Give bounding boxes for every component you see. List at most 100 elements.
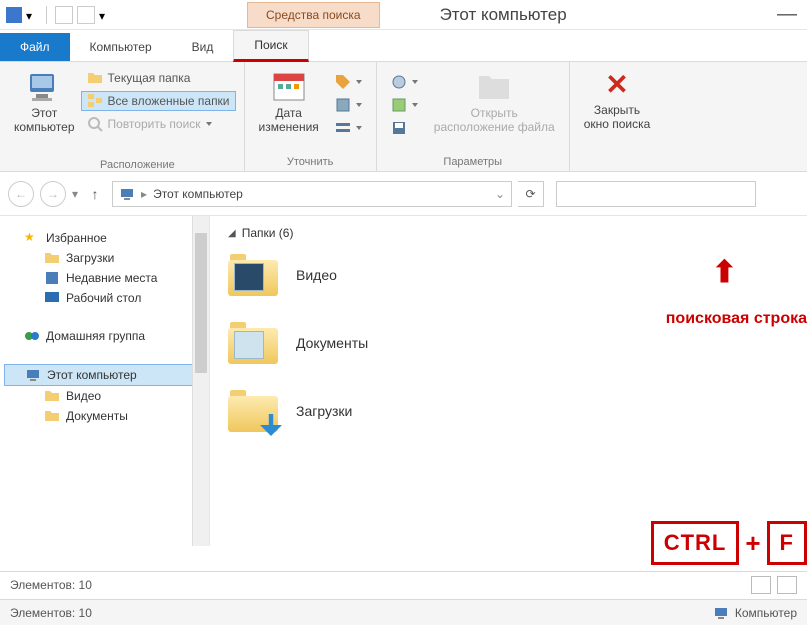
date-modified-label: Дата изменения [259, 106, 319, 134]
kind-caret [356, 80, 362, 84]
tab-view[interactable]: Вид [172, 33, 234, 61]
tab-computer[interactable]: Компьютер [70, 33, 172, 61]
folder-item-documents[interactable]: Документы [228, 322, 789, 364]
computer-status-icon [713, 605, 729, 621]
history-dropdown[interactable]: ▾ [72, 187, 78, 201]
status-computer: Компьютер [713, 605, 797, 621]
recent-caret [412, 80, 418, 84]
save-search-button[interactable] [385, 118, 424, 138]
tree-recent-label: Недавние места [66, 271, 157, 285]
tree-favorites[interactable]: ★ Избранное [4, 228, 205, 248]
folder-item-downloads[interactable]: Загрузки [228, 390, 789, 432]
tree-downloads-label: Загрузки [66, 251, 114, 265]
open-location-button[interactable]: Открыть расположение файла [428, 66, 561, 138]
back-button[interactable]: ← [8, 181, 34, 207]
refresh-button[interactable]: ⟳ [518, 181, 544, 207]
view-icons-icon[interactable] [777, 576, 797, 594]
qat-properties-icon[interactable] [55, 6, 73, 24]
annotation-label: поисковая строка [666, 310, 807, 328]
app-icon [6, 7, 22, 23]
status-bar-inner: Элементов: 10 [0, 571, 807, 597]
ribbon-group-refine: Дата изменения Уточнить [245, 62, 377, 171]
forward-button[interactable]: → [40, 181, 66, 207]
advanced-caret [412, 103, 418, 107]
tree-desktop-label: Рабочий стол [66, 291, 141, 305]
all-subfolders-button[interactable]: Все вложенные папки [81, 91, 236, 111]
view-details-icon[interactable] [751, 576, 771, 594]
folder-icon [44, 388, 60, 404]
status-elements-2: Элементов: 10 [10, 606, 92, 620]
date-modified-button[interactable]: Дата изменения [253, 66, 325, 138]
other-button[interactable] [329, 118, 368, 138]
tree-scrollbar-thumb[interactable] [195, 233, 207, 373]
section-header-folders[interactable]: ◢ Папки (6) [228, 226, 789, 240]
recent-button[interactable] [385, 72, 424, 92]
homegroup-icon [24, 328, 40, 344]
status-computer-label: Компьютер [735, 606, 797, 620]
ribbon: Этот компьютер Текущая папка Все вложенн… [0, 62, 807, 172]
this-computer-label: Этот компьютер [14, 106, 75, 134]
search-input[interactable] [556, 181, 756, 207]
size-caret [356, 103, 362, 107]
tree-this-pc-label: Этот компьютер [47, 368, 137, 382]
separator [46, 6, 47, 24]
tree-homegroup-label: Домашняя группа [46, 329, 145, 343]
tree-documents-label: Документы [66, 409, 128, 423]
this-computer-button[interactable]: Этот компьютер [8, 66, 81, 136]
tree-documents[interactable]: Документы [4, 406, 205, 426]
tree-downloads[interactable]: Загрузки [4, 248, 205, 268]
app-menu-caret[interactable]: ▾ [26, 9, 38, 21]
folder-videos-icon [228, 254, 278, 296]
address-bar[interactable]: ▸ Этот компьютер ⌄ [112, 181, 512, 207]
context-tab-search-tools: Средства поиска [247, 2, 380, 28]
folder-open-icon [476, 68, 512, 104]
title-bar: ▾ ▾ Средства поиска Этот компьютер — [0, 0, 807, 30]
nav-tree: ★ Избранное Загрузки Недавние места Рабоч… [0, 216, 210, 546]
folder-item-videos[interactable]: Видео [228, 254, 789, 296]
subfolders-icon [87, 93, 103, 109]
tree-desktop[interactable]: Рабочий стол [4, 288, 205, 308]
section-title: Папки (6) [242, 226, 294, 240]
main-area: ★ Избранное Загрузки Недавние места Рабоч… [0, 216, 807, 546]
current-folder-label: Текущая папка [108, 71, 191, 85]
repeat-search-caret [206, 122, 212, 126]
up-button[interactable]: ↑ [84, 183, 106, 205]
repeat-search-button[interactable]: Повторить поиск [81, 114, 236, 134]
tab-search[interactable]: Поиск [233, 30, 308, 62]
tree-videos-label: Видео [66, 389, 101, 403]
tree-scrollbar[interactable] [192, 216, 209, 546]
current-folder-button[interactable]: Текущая папка [81, 68, 236, 88]
kbd-f: F [767, 521, 807, 565]
crumb-dropdown[interactable]: ⌄ [495, 187, 505, 201]
context-tab-wrap: Средства поиска [247, 2, 380, 28]
folder-downloads-icon [228, 390, 278, 432]
kind-button[interactable] [329, 72, 368, 92]
desktop-icon [44, 290, 60, 306]
tree-videos[interactable]: Видео [4, 386, 205, 406]
qat-newfolder-icon[interactable] [77, 6, 95, 24]
crumb-root[interactable]: Этот компьютер [153, 187, 243, 201]
tab-file[interactable]: Файл [0, 33, 70, 61]
tree-recent[interactable]: Недавние места [4, 268, 205, 288]
tree-homegroup[interactable]: Домашняя группа [4, 326, 205, 346]
crumb-sep: ▸ [141, 187, 147, 201]
item-label: Документы [296, 335, 368, 351]
kbd-ctrl: CTRL [651, 521, 740, 565]
kbd-plus: + [745, 528, 760, 559]
advanced-button[interactable] [385, 95, 424, 115]
star-icon: ★ [24, 230, 40, 246]
size-icon [335, 97, 351, 113]
other-icon [335, 120, 351, 136]
minimize-button[interactable]: — [767, 3, 807, 26]
qat-dropdown-caret[interactable]: ▾ [99, 9, 111, 21]
close-search-button[interactable]: ✕ Закрыть окно поиска [578, 66, 657, 133]
annotation-arrow-icon: ⬆ [712, 255, 737, 290]
open-location-label: Открыть расположение файла [434, 106, 555, 134]
recent-places-icon [44, 270, 60, 286]
size-button[interactable] [329, 95, 368, 115]
folder-icon [44, 408, 60, 424]
tree-this-pc[interactable]: Этот компьютер [4, 364, 205, 386]
recent-icon [391, 74, 407, 90]
other-caret [356, 126, 362, 130]
tree-favorites-label: Избранное [46, 231, 107, 245]
